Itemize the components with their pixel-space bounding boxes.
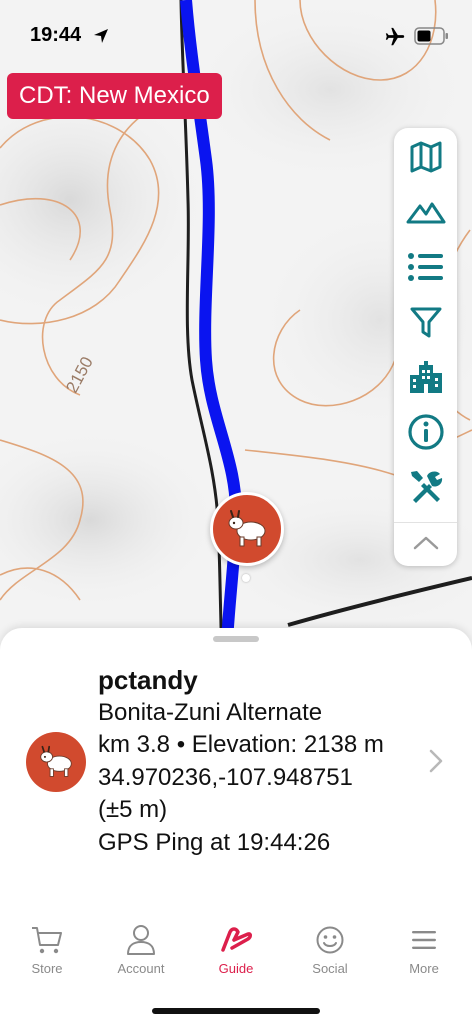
battery-icon [414,27,450,50]
gps-ping-time: GPS Ping at 19:44:26 [98,828,331,856]
map-toolbar [394,128,457,566]
smiley-icon [315,920,345,960]
list-button[interactable] [394,242,457,292]
goat-icon [228,510,266,547]
gps-accuracy: (±5 m) [98,796,168,823]
elevation-button[interactable] [394,187,457,237]
buildings-icon [409,361,442,393]
chevron-right-icon[interactable] [428,748,444,779]
collapse-toolbar-button[interactable] [394,522,457,562]
user-details[interactable]: pctandy Bonita-Zuni Alternate km 3.8 • E… [98,664,428,859]
tab-label: Social [312,961,348,976]
home-indicator [152,1008,320,1014]
tab-label: Store [31,961,63,976]
sheet-grabber[interactable] [213,636,259,642]
list-icon [407,253,443,281]
filter-button[interactable] [394,297,457,347]
cart-icon [30,920,64,960]
airplane-icon [384,26,406,53]
coordinates: 34.970236,-107.948751 [98,763,353,791]
tab-label: More [409,961,439,976]
trail-name: Bonita-Zuni Alternate [98,698,323,726]
location-arrow-icon [92,27,110,50]
filter-icon [410,307,441,338]
status-bar: 19:44 [0,0,472,72]
tab-label: Guide [218,961,254,976]
info-button[interactable] [394,407,457,457]
tab-label: Account [117,961,165,976]
map-layers-button[interactable] [394,132,457,182]
chevron-up-icon [413,536,438,549]
user-name: pctandy [98,665,198,695]
km-elevation: km 3.8 • Elevation: 2138 m [98,731,384,758]
tools-button[interactable] [394,462,457,512]
route-name-badge[interactable]: CDT: New Mexico [7,73,222,119]
guide-logo-icon [220,920,252,960]
tab-more[interactable]: More [377,920,471,986]
towns-button[interactable] [394,352,457,402]
person-icon [126,920,156,960]
goat-icon [40,745,72,777]
location-dot [242,574,250,582]
tab-social[interactable]: Social [283,920,377,986]
user-location-marker[interactable] [210,492,284,566]
tab-guide[interactable]: Guide [189,920,283,986]
status-time: 19:44 [30,24,82,46]
tab-bar: Store Account Guide Social More [0,920,472,990]
map-icon [410,141,441,173]
avatar [26,732,86,792]
menu-icon [410,920,438,960]
info-icon [407,414,444,450]
tools-icon [410,471,442,503]
tab-store[interactable]: Store [0,920,94,986]
tab-account[interactable]: Account [94,920,188,986]
mountains-icon [406,202,445,224]
